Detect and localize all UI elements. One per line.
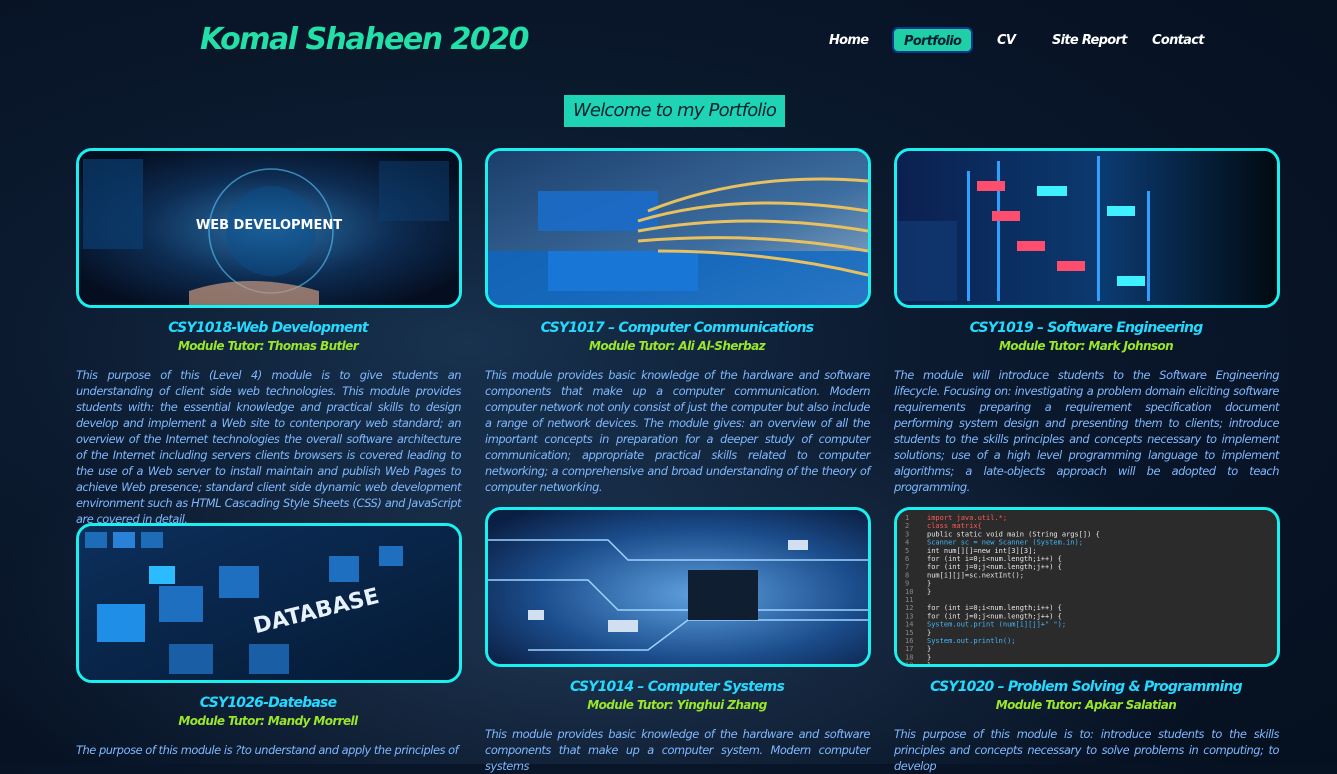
code-line: num[i][j]=sc.nextInt(); (927, 571, 1024, 579)
module-title-web-development[interactable]: CSY1018-Web Development (72, 320, 464, 336)
module-title-computer-communications[interactable]: CSY1017 – Computer Communications (481, 320, 873, 336)
module-tutor-computer-communications: Module Tutor: Ali Al-Sherbaz (589, 339, 766, 353)
module-description-computer-systems: This module provides basic knowledge of … (485, 727, 870, 773)
computer-communications-image[interactable] (485, 148, 871, 308)
code-line: } (927, 588, 931, 596)
welcome-banner: Welcome to my Portfolio (564, 95, 785, 127)
module-title-software-engineering[interactable]: CSY1019 – Software Engineering (890, 320, 1282, 336)
code-line: Scanner sc = new Scanner (System.in); (927, 539, 1083, 547)
nav-site-report[interactable]: Site Report (1052, 28, 1127, 54)
code-line: for (int i=0;i<num.length;i++) { (927, 604, 1062, 612)
code-line: int num[][]=new int[3][3]; (927, 547, 1037, 555)
code-line-number: 1 (905, 514, 909, 522)
code-line-number: 5 (905, 547, 909, 555)
module-title-computer-systems[interactable]: CSY1014 – Computer Systems (481, 679, 873, 695)
module-tutor-software-engineering: Module Tutor: Mark Johnson (998, 339, 1174, 353)
code-line-number: 12 (905, 604, 913, 612)
web-development-image[interactable]: WEB DEVELOPMENT (76, 148, 462, 308)
module-title-problem-solving[interactable]: CSY1020 – Problem Solving & Programming (890, 679, 1282, 695)
module-tutor-problem-solving: Module Tutor: Apkar Salatian (995, 698, 1177, 712)
software-engineering-image[interactable] (894, 148, 1280, 308)
code-line: } (927, 653, 931, 661)
code-line-number: 16 (905, 637, 913, 645)
code-line: for (int j=0;j<num.length;j++) { (927, 612, 1062, 620)
module-title-database[interactable]: CSY1026-Datebase (72, 695, 464, 711)
code-line-number: 7 (905, 563, 909, 571)
code-line-number: 10 (905, 588, 913, 596)
code-line: } (927, 580, 931, 588)
nav-portfolio[interactable]: Portfolio (892, 27, 974, 53)
code-line-number: 13 (905, 612, 913, 620)
module-tutor-database: Module Tutor: Mandy Morrell (178, 714, 358, 728)
code-line-number: 14 (905, 621, 913, 629)
code-line-number: 3 (905, 530, 909, 538)
code-line: System.out.println(); (927, 637, 1016, 645)
module-description-database: The purpose of this module is ?to unders… (76, 743, 459, 757)
code-line: for (int i=0;i<num.length;i++) { (927, 555, 1062, 563)
code-line-number: 4 (905, 539, 909, 547)
database-image[interactable]: DATABASE (76, 523, 462, 683)
code-line: System.out.print (num[i][j]+" "); (927, 621, 1066, 629)
code-line: for (int j=0;j<num.length;j++) { (927, 563, 1062, 571)
nav-home[interactable]: Home (829, 28, 869, 54)
code-line: public static void main (String args[]) … (927, 530, 1100, 538)
web-development-image-text: WEB DEVELOPMENT (196, 218, 342, 233)
code-line: } (927, 662, 931, 664)
module-description-problem-solving: This purpose of this module is to: intro… (894, 727, 1279, 773)
module-description-web-development: This purpose of this (Level 4) module is… (76, 368, 461, 526)
nav-cv[interactable]: CV (997, 28, 1016, 54)
nav-contact[interactable]: Contact (1152, 28, 1204, 54)
code-line-number: 6 (905, 555, 909, 563)
problem-solving-image[interactable]: 1 import java.util.*; 2 class matrix{ 3 publ… (894, 507, 1280, 667)
module-description-computer-communications: This module provides basic knowledge of … (485, 368, 870, 494)
module-tutor-web-development: Module Tutor: Thomas Butler (177, 339, 359, 353)
module-tutor-computer-systems: Module Tutor: Yinghui Zhang (587, 698, 767, 712)
code-line-number: 19 (905, 662, 913, 664)
code-line: } (927, 629, 931, 637)
module-description-software-engineering: The module will introduce students to th… (894, 368, 1279, 494)
code-line-number: 15 (905, 629, 913, 637)
code-line-number: 17 (905, 645, 913, 653)
code-line-number: 9 (905, 580, 909, 588)
computer-systems-image[interactable] (485, 507, 871, 667)
code-line: import java.util.*; (927, 514, 1007, 522)
code-line: } (927, 645, 931, 653)
code-line-number: 2 (905, 522, 909, 530)
code-line-number: 18 (905, 653, 913, 661)
code-line-number: 8 (905, 571, 909, 579)
code-editor-preview: 1 import java.util.*; 2 class matrix{ 3 publ… (897, 510, 1277, 664)
code-line: class matrix{ (927, 522, 982, 530)
site-brand[interactable]: Komal Shaheen 2020 (200, 22, 530, 57)
code-line-number: 11 (905, 596, 913, 604)
